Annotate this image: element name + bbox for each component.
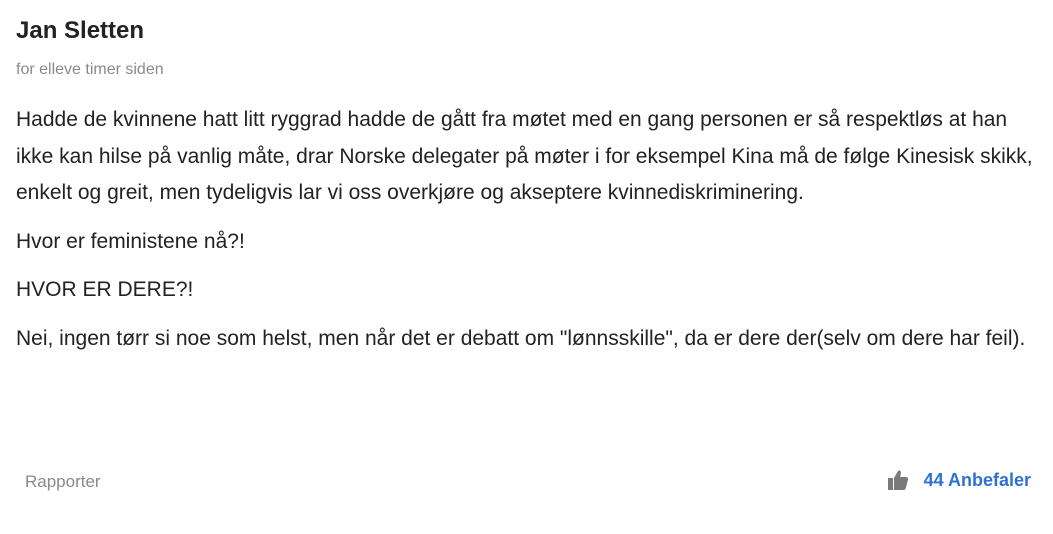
comment-paragraph: Hvor er feministene nå?!	[16, 229, 245, 253]
comment-paragraph: HVOR ER DERE?!	[16, 278, 194, 301]
comment-paragraph: Nei, ingen tørr si noe som helst, men nå…	[16, 326, 1026, 350]
comment-footer: Rapporter 44 Anbefaler	[0, 466, 1053, 502]
comment-paragraph: Hadde de kvinnene hatt litt ryggrad hadd…	[16, 108, 1033, 204]
comment-timestamp: for elleve timer siden	[16, 61, 164, 78]
author-name[interactable]: Jan Sletten	[16, 17, 144, 45]
recommend-count: 44 Anbefaler	[923, 469, 1031, 490]
comment-card: Jan Sletten for elleve timer siden Hadde…	[0, 0, 1053, 534]
recommend-button[interactable]: 44 Anbefaler	[886, 468, 1031, 492]
comment-body: Hadde de kvinnene hatt litt ryggrad hadd…	[16, 102, 1046, 369]
thumbs-up-icon	[886, 468, 910, 492]
report-button[interactable]: Rapporter	[25, 472, 101, 492]
